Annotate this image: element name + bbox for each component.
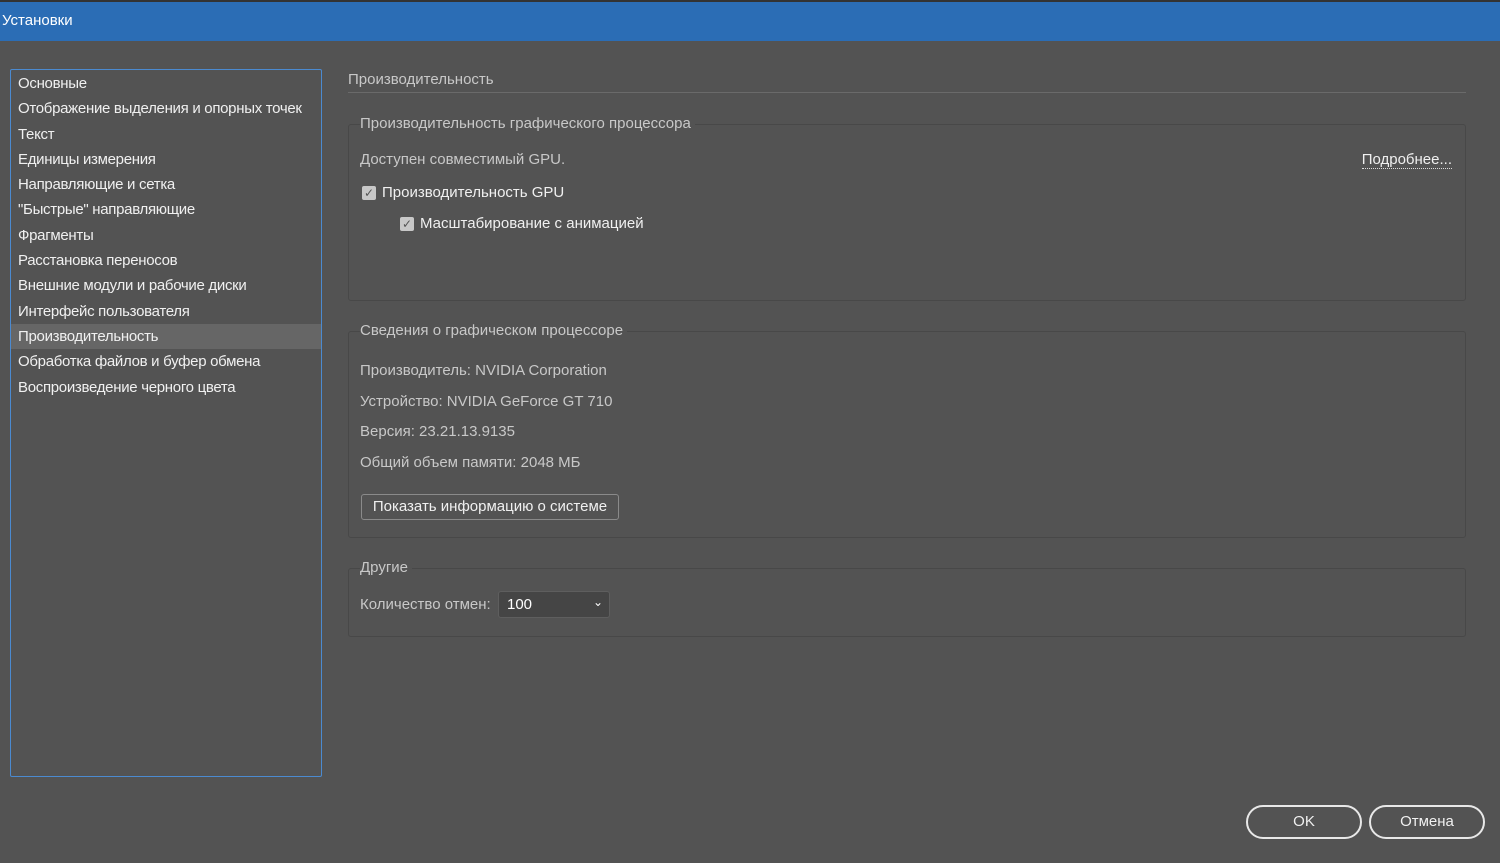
title-bar: Установки xyxy=(0,2,1500,41)
sidebar-item-hyphenation[interactable]: Расстановка переносов xyxy=(11,248,321,273)
gpu-performance-group: Производительность графического процессо… xyxy=(348,115,1466,301)
gpu-vendor: Производитель: NVIDIA Corporation xyxy=(360,362,607,379)
more-info-link[interactable]: Подробнее... xyxy=(1361,151,1452,169)
sidebar-category-list[interactable]: Основные Отображение выделения и опорных… xyxy=(10,69,322,777)
cancel-button[interactable]: Отмена xyxy=(1369,805,1485,839)
undo-count-value: 100 xyxy=(507,596,533,613)
sidebar-item-guides-grid[interactable]: Направляющие и сетка xyxy=(11,172,321,197)
sidebar-item-performance[interactable]: Производительность xyxy=(11,323,321,350)
sidebar-item-type[interactable]: Текст xyxy=(11,122,321,147)
chevron-down-icon: ⌄ xyxy=(592,595,603,609)
window-title: Установки xyxy=(2,12,73,29)
gpu-device: Устройство: NVIDIA GeForce GT 710 xyxy=(360,393,613,410)
ok-button[interactable]: OK xyxy=(1246,805,1362,839)
gpu-info-group: Сведения о графическом процессоре Произв… xyxy=(348,322,1466,538)
sidebar-item-general[interactable]: Основные xyxy=(11,71,321,96)
sidebar-item-units[interactable]: Единицы измерения xyxy=(11,147,321,172)
other-group: Другие Количество отмен: 100 ⌄ xyxy=(348,559,1466,637)
title-divider xyxy=(348,92,1466,93)
checkmark-icon: ✓ xyxy=(362,186,376,201)
sidebar-item-slices[interactable]: Фрагменты xyxy=(11,223,321,248)
gpu-performance-checkbox[interactable]: ✓ Производительность GPU xyxy=(362,184,564,201)
sidebar-item-black-appearance[interactable]: Воспроизведение черного цвета xyxy=(11,375,321,400)
page-title: Производительность xyxy=(348,71,494,88)
show-system-info-button[interactable]: Показать информацию о системе xyxy=(361,494,619,520)
checkmark-icon: ✓ xyxy=(400,217,414,232)
gpu-status-text: Доступен совместимый GPU. xyxy=(360,151,566,168)
gpu-memory: Общий объем памяти: 2048 МБ xyxy=(360,454,581,471)
animated-zoom-checkbox[interactable]: ✓ Масштабирование с анимацией xyxy=(400,215,644,232)
undo-count-label: Количество отмен: xyxy=(360,596,491,613)
sidebar-item-selection-anchor-display[interactable]: Отображение выделения и опорных точек xyxy=(11,96,321,121)
gpu-version: Версия: 23.21.13.9135 xyxy=(360,423,515,440)
undo-count-select[interactable]: 100 ⌄ xyxy=(498,591,610,618)
sidebar-item-file-handling-clipboard[interactable]: Обработка файлов и буфер обмена xyxy=(11,349,321,374)
animated-zoom-label: Масштабирование с анимацией xyxy=(420,215,644,232)
sidebar-item-user-interface[interactable]: Интерфейс пользователя xyxy=(11,299,321,324)
other-legend: Другие xyxy=(360,559,413,576)
gpu-performance-label: Производительность GPU xyxy=(382,184,565,201)
gpu-info-legend: Сведения о графическом процессоре xyxy=(360,322,628,339)
sidebar-item-smart-guides[interactable]: "Быстрые" направляющие xyxy=(11,197,321,222)
gpu-performance-legend: Производительность графического процессо… xyxy=(360,115,695,132)
sidebar-item-plugins-scratch-disks[interactable]: Внешние модули и рабочие диски xyxy=(11,273,321,298)
